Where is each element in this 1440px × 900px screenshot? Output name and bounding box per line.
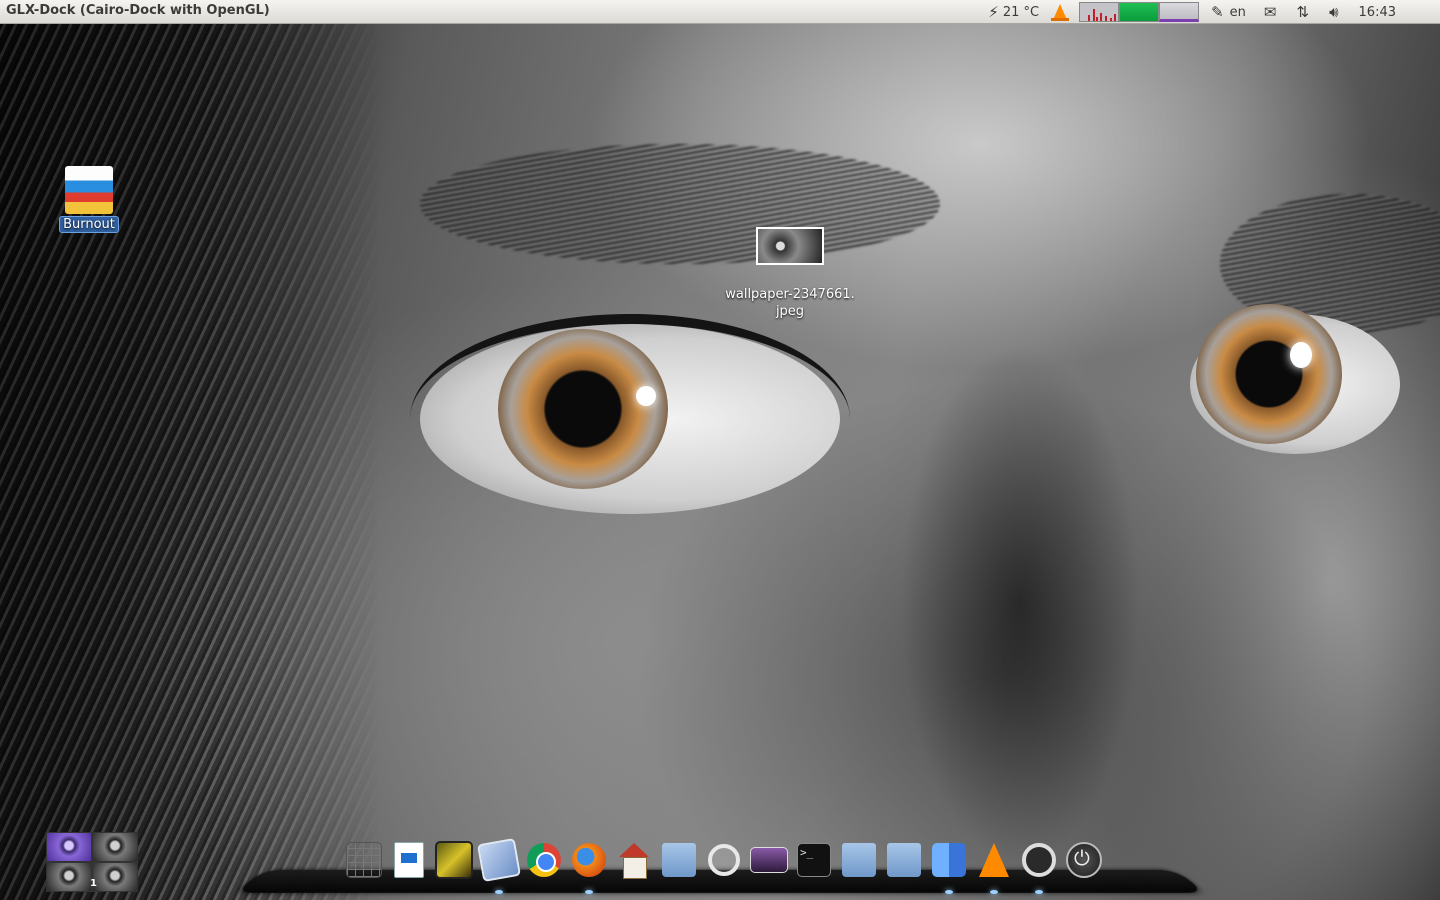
desktop-icon-wallpaper[interactable]: wallpaper-2347661. jpeg [720,212,860,335]
volume-icon[interactable]: 🔊︎ [1329,3,1338,21]
wallpaper-glint-right [1290,342,1312,368]
cpu-graph [1079,2,1120,22]
system-tray: ⚡ 21 °C ✎ en ✉ ⇅ 🔊︎ 16:43 [988,0,1440,24]
refresh-icon [1022,843,1056,877]
workspace-2[interactable] [92,832,138,862]
dock-launcher-search[interactable] [704,838,744,882]
weather-indicator[interactable]: ⚡ 21 °C [988,0,1047,24]
power-icon [1066,842,1102,878]
dock-launcher-power[interactable] [1064,838,1104,882]
folder-pictures-icon [842,843,876,877]
chrome-icon [527,843,561,877]
workspace-switcher[interactable]: 1 [46,832,138,892]
game-icon [65,166,113,214]
vlc-icon [979,843,1009,877]
clock-time: 16:43 [1358,4,1396,20]
desktop-icon-burnout[interactable]: Burnout [56,166,122,233]
mail-icon[interactable]: ✉ [1264,3,1277,21]
dock-launcher-image-viewer[interactable] [434,838,474,882]
folder-tools-icon [887,843,921,877]
workspace-1[interactable] [46,832,92,862]
vlc-icon [1051,4,1070,21]
folder-icon [662,843,696,877]
wallpaper-iris-left [498,329,668,489]
home-icon [617,843,651,879]
dock: >_ [344,837,1109,894]
dock-launcher-refresh[interactable] [1019,838,1059,894]
dock-launcher-display[interactable] [749,838,789,882]
dock-launcher-mail[interactable] [476,837,522,894]
dock-launcher-finder[interactable] [929,838,969,894]
memory-graph [1119,2,1160,22]
wallpaper-hair [0,24,380,900]
dock-launcher-tools-folder[interactable] [884,838,924,882]
search-icon [708,844,740,876]
dock-launcher-firefox[interactable] [569,838,609,894]
pen-icon: ✎ [1211,3,1224,21]
wallpaper-nose-shadow [900,344,1140,864]
wallpaper-iris-right [1196,304,1342,444]
dock-launcher-vlc[interactable] [974,838,1014,894]
wallpaper-glint-left [636,386,656,406]
dock-launcher-terminal[interactable]: >_ [794,838,834,882]
image-file-icon [756,227,824,265]
network-arrows-icon[interactable]: ⇅ [1297,3,1310,21]
finder-icon [932,843,966,877]
wallpaper-brow-left [420,144,940,264]
dock-launcher-pictures-folder[interactable] [839,838,879,882]
top-panel: GLX-Dock (Cairo-Dock with OpenGL) ⚡ 21 °… [0,0,1440,24]
desktop-wallpaper [0,24,1440,900]
terminal-icon: >_ [797,843,831,877]
calculator-icon [346,842,382,878]
dock-launcher-calculator[interactable] [344,838,384,882]
system-monitor[interactable] [1079,1,1200,23]
dock-launcher-home[interactable] [614,838,654,882]
weather-icon: ⚡ [988,3,999,21]
display-icon [750,847,788,873]
firefox-icon [572,843,606,877]
keyboard-indicator[interactable]: ✎ en [1207,0,1246,24]
workspace-4[interactable] [92,862,138,892]
document-icon [394,842,424,878]
desktop-icon-label: wallpaper-2347661. jpeg [725,287,855,319]
workspace-number: 1 [90,878,97,889]
network-graph [1159,2,1200,22]
keyboard-layout: en [1229,4,1246,20]
desktop-icon-label: Burnout [59,216,119,233]
vlc-tray[interactable] [1047,0,1079,24]
dock-launcher-chrome[interactable] [524,838,564,882]
active-window-title: GLX-Dock (Cairo-Dock with OpenGL) [6,3,270,18]
dock-launcher-document[interactable] [389,838,429,882]
image-viewer-icon [435,841,473,879]
workspace-3[interactable] [46,862,92,892]
dock-launcher-folder[interactable] [659,838,699,882]
clock[interactable]: 16:43 [1359,0,1396,24]
weather-temperature: 21 °C [1002,4,1040,20]
mail-icon [476,837,522,883]
